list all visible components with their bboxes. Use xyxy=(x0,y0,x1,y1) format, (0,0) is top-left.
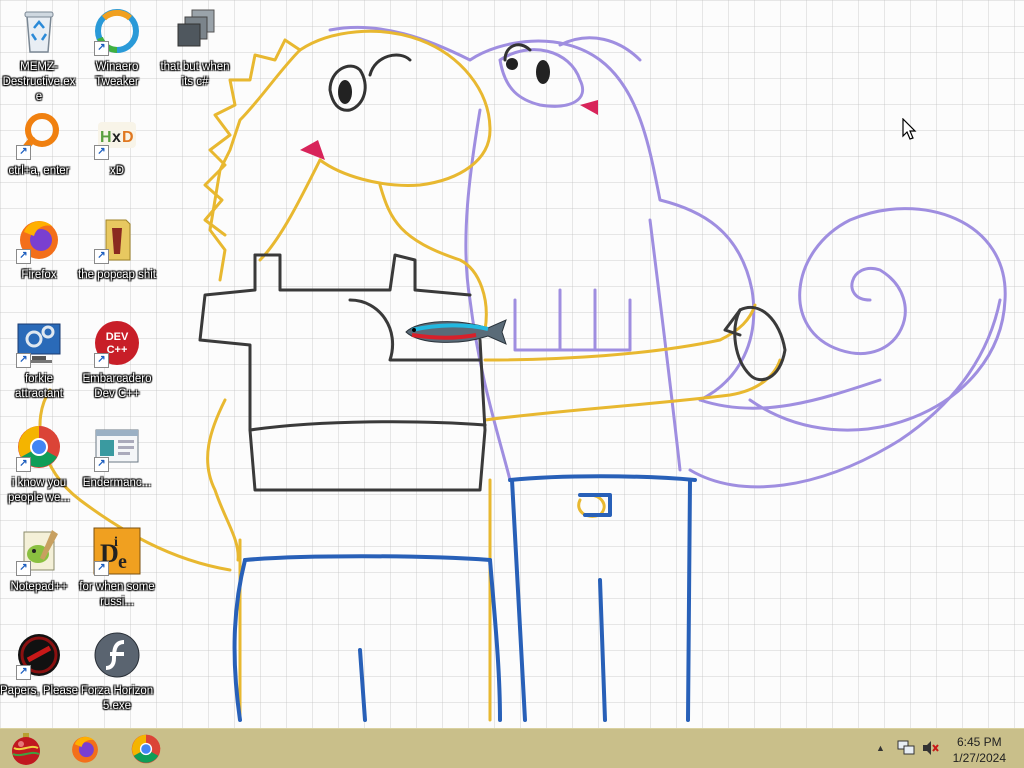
shortcut-arrow-icon: ↗ xyxy=(94,41,109,56)
desktop-icon-label: i know you people we... xyxy=(7,477,70,504)
shortcut-arrow-icon: ↗ xyxy=(16,665,31,680)
desktop[interactable]: MEMZ-Destructive.exe ↗ Winaero Tweaker t… xyxy=(0,0,1024,728)
volume-muted-icon[interactable] xyxy=(921,740,939,759)
shortcut-arrow-icon: ↗ xyxy=(16,457,31,472)
chrome-icon xyxy=(131,734,161,764)
flash-icon xyxy=(92,630,142,680)
desktop-icon-label: xD xyxy=(109,165,125,177)
desktop-icon-label: Firefox xyxy=(21,269,57,281)
hxd-icon: H x D ↗ xyxy=(92,110,142,160)
desktop-icon-xd[interactable]: H x D ↗ xD xyxy=(78,110,156,179)
desktop-icon-label: Papers, Please xyxy=(0,685,78,697)
desktop-icon-forza[interactable]: Forza Horizon 5.exe xyxy=(78,630,156,714)
svg-text:C++: C++ xyxy=(107,344,128,356)
taskbar-clock[interactable]: 6:45 PM 1/27/2024 xyxy=(953,734,1006,766)
desktop-icon-forkie[interactable]: ↗ forkie attractant xyxy=(0,318,78,402)
firefox-icon xyxy=(72,736,98,763)
taskbar-chrome-button[interactable] xyxy=(122,731,170,767)
desktop-icon-label: MEMZ-Destructive.exe xyxy=(2,61,76,103)
chrome-icon: ↗ xyxy=(14,422,64,472)
folder-icon: ↗ xyxy=(92,214,142,264)
shortcut-arrow-icon: ↗ xyxy=(94,249,109,264)
shortcut-arrow-icon: ↗ xyxy=(94,457,109,472)
clock-date: 1/27/2024 xyxy=(952,751,1006,765)
window-app-icon: ↗ xyxy=(92,422,142,472)
taskbar: ▲ 6:45 PM 1/27/2024 xyxy=(0,728,1024,768)
svg-text:e: e xyxy=(118,551,127,573)
die-icon: D e i ↗ xyxy=(92,526,142,576)
desktop-icon-die[interactable]: D e i ↗ for when some russi... xyxy=(78,526,156,610)
desktop-icon-endermanch[interactable]: ↗ Endermanc... xyxy=(78,422,156,491)
desktop-icon-label: the popcap shit xyxy=(78,269,157,281)
desktop-icon-label: Embarcadero Dev C++ xyxy=(82,373,152,400)
desktop-icon-label: Endermanc... xyxy=(82,477,152,489)
show-hidden-icons-button[interactable]: ▲ xyxy=(876,743,885,753)
computer-settings-icon: ↗ xyxy=(14,318,64,368)
desktop-icon-ctrl-a[interactable]: ↗ ctrl+a, enter xyxy=(0,110,78,179)
winaero-icon: ↗ xyxy=(92,6,142,56)
desktop-icon-that-but-when[interactable]: that but when its c# xyxy=(156,6,234,90)
ornament-start-icon xyxy=(12,733,40,765)
desktop-icon-winaero[interactable]: ↗ Winaero Tweaker xyxy=(78,6,156,90)
notepadpp-icon: ↗ xyxy=(14,526,64,576)
papers-please-icon: ↗ xyxy=(14,630,64,680)
shortcut-arrow-icon: ↗ xyxy=(16,145,31,160)
desktop-icon-label: Notepad++ xyxy=(10,581,68,593)
desktop-icon-label: for when some russi... xyxy=(79,581,155,608)
shortcut-arrow-icon: ↗ xyxy=(16,561,31,576)
desktop-icon-label: that but when its c# xyxy=(160,61,230,88)
svg-text:x: x xyxy=(112,129,121,146)
shortcut-arrow-icon: ↗ xyxy=(94,561,109,576)
desktop-icon-memz[interactable]: MEMZ-Destructive.exe xyxy=(0,6,78,105)
svg-text:i: i xyxy=(114,535,118,550)
desktop-icon-label: Forza Horizon 5.exe xyxy=(80,685,154,712)
shortcut-arrow-icon: ↗ xyxy=(16,249,31,264)
desktop-icon-notepadpp[interactable]: ↗ Notepad++ xyxy=(0,526,78,595)
clock-time: 6:45 PM xyxy=(956,735,1002,749)
fish-sprite xyxy=(405,319,507,345)
recycle-bin-icon xyxy=(14,6,64,56)
mouse-cursor-icon xyxy=(902,118,917,140)
network-icon[interactable] xyxy=(897,740,915,759)
desktop-icon-papers-please[interactable]: ↗ Papers, Please xyxy=(0,630,78,699)
search-magnifier-icon: ↗ xyxy=(14,110,64,160)
desktop-icon-devcpp[interactable]: DEV C++ ↗ Embarcadero Dev C++ xyxy=(78,318,156,402)
desktop-icon-label: Winaero Tweaker xyxy=(95,61,139,88)
stacked-windows-icon xyxy=(170,6,220,56)
desktop-icon-popcap[interactable]: ↗ the popcap shit xyxy=(78,214,156,283)
desktop-icon-label: ctrl+a, enter xyxy=(8,165,70,177)
shortcut-arrow-icon: ↗ xyxy=(94,353,109,368)
devcpp-icon: DEV C++ ↗ xyxy=(92,318,142,368)
svg-text:DEV: DEV xyxy=(106,331,129,343)
svg-text:D: D xyxy=(122,129,134,146)
desktop-icon-label: forkie attractant xyxy=(15,373,63,400)
firefox-icon: ↗ xyxy=(14,214,64,264)
start-button[interactable] xyxy=(2,731,50,767)
taskbar-firefox-button[interactable] xyxy=(61,731,109,767)
desktop-icon-firefox[interactable]: ↗ Firefox xyxy=(0,214,78,283)
svg-text:H: H xyxy=(100,129,112,146)
desktop-icon-chrome-shortcut[interactable]: ↗ i know you people we... xyxy=(0,422,78,506)
shortcut-arrow-icon: ↗ xyxy=(94,145,109,160)
shortcut-arrow-icon: ↗ xyxy=(16,353,31,368)
